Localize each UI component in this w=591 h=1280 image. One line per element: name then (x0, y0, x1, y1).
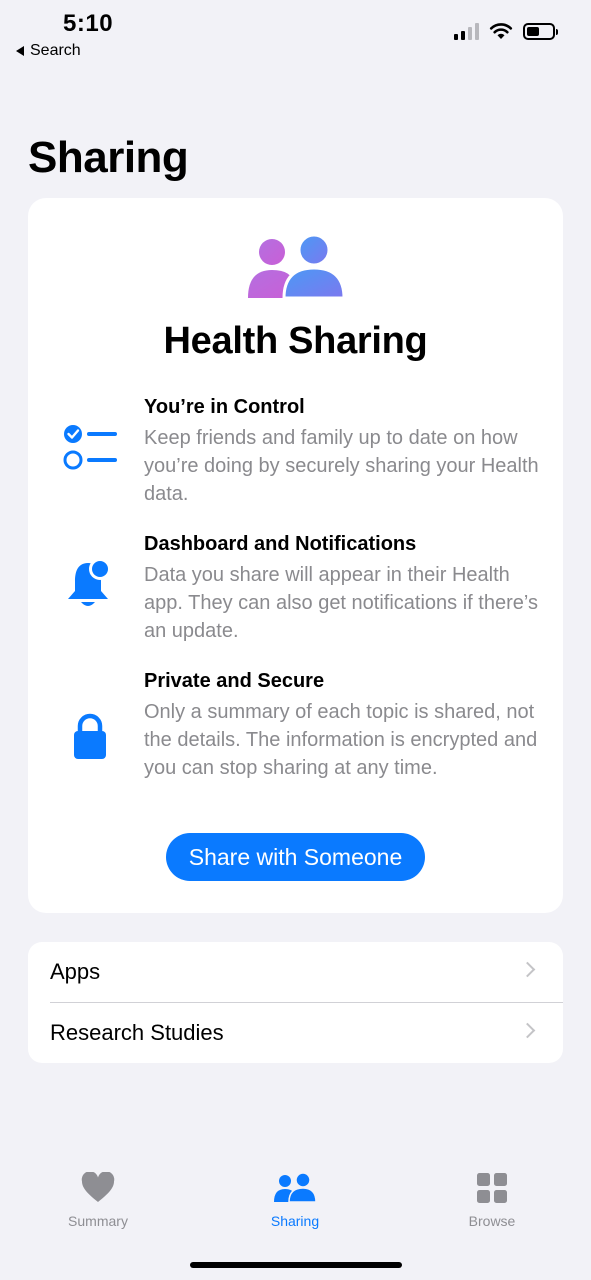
chevron-right-icon (519, 961, 536, 978)
tab-label: Summary (68, 1213, 128, 1229)
list-item-research-studies[interactable]: Research Studies (28, 1003, 563, 1063)
heart-icon (81, 1171, 115, 1202)
status-icons (454, 22, 558, 40)
battery-icon (523, 22, 558, 40)
tab-browse[interactable]: Browse (422, 1172, 562, 1229)
back-label: Search (30, 42, 81, 59)
page-title: Sharing (28, 133, 189, 182)
grid-icon (477, 1173, 507, 1203)
bell-badge-icon (62, 557, 118, 613)
feature-description: Keep friends and family up to date on ho… (144, 427, 539, 505)
feature-description: Data you share will appear in their Heal… (144, 564, 538, 642)
lock-icon (62, 708, 118, 764)
tab-label: Sharing (270, 1213, 320, 1229)
feature-title: You’re in Control (144, 396, 305, 418)
sharing-list: Apps Research Studies (28, 942, 563, 1063)
cellular-signal-icon (454, 22, 479, 40)
status-bar: 5:10 Search (0, 0, 591, 70)
health-sharing-title: Health Sharing (163, 320, 428, 362)
feature-title: Dashboard and Notifications (144, 533, 417, 555)
people-icon (274, 1172, 317, 1203)
back-to-search-link[interactable]: Search (16, 42, 81, 60)
tab-sharing[interactable]: Sharing (225, 1172, 365, 1229)
wifi-icon (489, 23, 513, 39)
tab-label: Browse (468, 1213, 516, 1229)
feature-title: Private and Secure (144, 670, 325, 692)
chevron-right-icon (519, 1022, 536, 1039)
list-item-label: Apps (50, 959, 101, 984)
back-arrow-icon (16, 46, 24, 56)
share-with-someone-button[interactable]: Share with Someone (166, 833, 425, 881)
list-item-label: Research Studies (50, 1020, 224, 1045)
checklist-icon (62, 420, 118, 476)
feature-description: Only a summary of each topic is shared, … (144, 701, 538, 779)
home-indicator (190, 1262, 402, 1268)
status-time: 5:10 (63, 10, 114, 37)
health-sharing-card: Health Sharing You’re in Control Keep fr… (28, 198, 563, 913)
people-icon (248, 234, 346, 300)
list-item-apps[interactable]: Apps (28, 942, 563, 1002)
tab-summary[interactable]: Summary (28, 1171, 168, 1229)
